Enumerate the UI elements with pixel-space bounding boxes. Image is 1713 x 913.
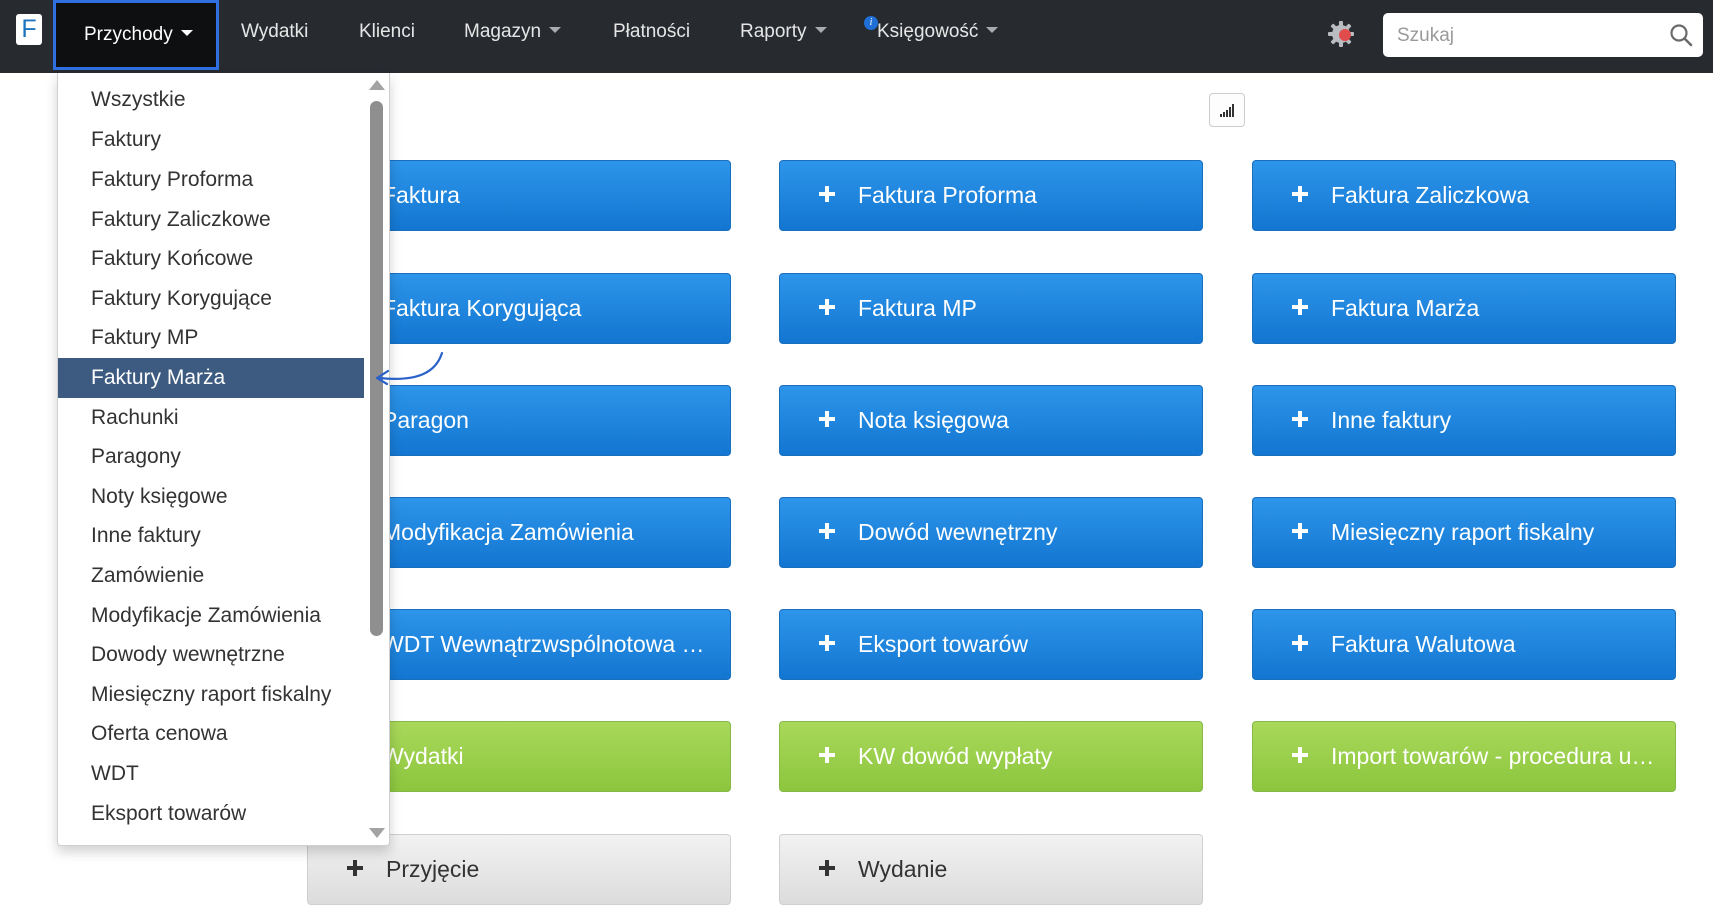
menu-item-wdt[interactable]: WDT bbox=[58, 754, 364, 794]
search-icon[interactable] bbox=[1668, 22, 1694, 48]
signal-bars-icon bbox=[1220, 104, 1234, 117]
nav-magazyn[interactable]: Magazyn bbox=[464, 0, 562, 73]
chevron-down-icon bbox=[549, 26, 562, 33]
menu-item-wszystkie[interactable]: Wszystkie bbox=[58, 80, 364, 120]
app-logo[interactable]: F bbox=[16, 14, 42, 45]
tile-miesieczny-raport-fiskalny[interactable]: Miesięczny raport fiskalny bbox=[1252, 497, 1676, 568]
plus-icon bbox=[1289, 498, 1311, 567]
menu-item-eksport-towarow[interactable]: Eksport towarów bbox=[58, 794, 364, 834]
chevron-down-icon bbox=[180, 29, 193, 36]
plus-icon bbox=[816, 386, 838, 455]
plus-icon bbox=[1289, 610, 1311, 679]
tile-wydanie[interactable]: Wydanie bbox=[779, 834, 1203, 905]
annotation-arrow-icon bbox=[375, 351, 444, 386]
tile-label: Faktura Zaliczkowa bbox=[1331, 182, 1530, 208]
tile-label: Eksport towarów bbox=[858, 631, 1029, 657]
menu-item-faktury-marza[interactable]: Faktury Marża bbox=[58, 358, 364, 398]
tile-kw-dowod-wyplaty[interactable]: KW dowód wypłaty bbox=[779, 721, 1203, 792]
menu-item-inne-faktury[interactable]: Inne faktury bbox=[58, 516, 364, 556]
chevron-down-icon bbox=[814, 26, 827, 33]
info-icon[interactable]: i bbox=[864, 16, 878, 30]
gear-icon[interactable] bbox=[1327, 20, 1355, 48]
menu-item-miesieczny-raport-fiskalny[interactable]: Miesięczny raport fiskalny bbox=[58, 675, 364, 715]
menu-item-faktury-korygujace[interactable]: Faktury Korygujące bbox=[58, 279, 364, 319]
menu-item-faktury-koncowe[interactable]: Faktury Końcowe bbox=[58, 239, 364, 279]
przychody-dropdown-menu: Wszystkie Faktury Faktury Proforma Faktu… bbox=[57, 73, 390, 846]
tile-label: Wydanie bbox=[858, 856, 948, 882]
plus-icon bbox=[816, 498, 838, 567]
stats-button[interactable] bbox=[1209, 93, 1245, 127]
nav-platnosci[interactable]: Płatności bbox=[613, 0, 690, 73]
plus-icon bbox=[1289, 161, 1311, 230]
menu-item-oferta-cenowa[interactable]: Oferta cenowa bbox=[58, 714, 364, 754]
tile-label: Faktura Proforma bbox=[858, 182, 1037, 208]
tile-label: Faktura Korygująca bbox=[382, 295, 582, 321]
plus-icon bbox=[816, 835, 838, 904]
tile-label: Faktura MP bbox=[858, 295, 977, 321]
nav-wydatki-label: Wydatki bbox=[241, 21, 309, 42]
info-badge-text: i bbox=[869, 17, 873, 28]
menu-item-paragony[interactable]: Paragony bbox=[58, 437, 364, 477]
menu-item-dowody-wewnetrzne[interactable]: Dowody wewnętrzne bbox=[58, 635, 364, 675]
menu-item-modyfikacje-zamowienia[interactable]: Modyfikacje Zamówienia bbox=[58, 596, 364, 636]
scroll-down-arrow-icon[interactable] bbox=[369, 828, 385, 838]
search-input[interactable] bbox=[1395, 13, 1659, 59]
tile-label: Miesięczny raport fiskalny bbox=[1331, 519, 1595, 545]
tile-faktura-walutowa[interactable]: Faktura Walutowa bbox=[1252, 609, 1676, 680]
tile-label: KW dowód wypłaty bbox=[858, 743, 1053, 769]
tile-label: Paragon bbox=[382, 407, 469, 433]
tile-label: Modyfikacja Zamówienia bbox=[382, 519, 634, 545]
plus-icon bbox=[1289, 274, 1311, 343]
plus-icon bbox=[816, 610, 838, 679]
tile-eksport-towarow[interactable]: Eksport towarów bbox=[779, 609, 1203, 680]
nav-platnosci-label: Płatności bbox=[613, 21, 691, 42]
tile-label: Dowód wewnętrzny bbox=[858, 519, 1058, 545]
menu-item-zamowienie[interactable]: Zamówienie bbox=[58, 556, 364, 596]
tile-faktura-marza[interactable]: Faktura Marża bbox=[1252, 273, 1676, 344]
chevron-down-icon bbox=[986, 26, 999, 33]
tile-nota-ksiegowa[interactable]: Nota księgowa bbox=[779, 385, 1203, 456]
tile-label: Inne faktury bbox=[1331, 407, 1452, 433]
nav-ksiegowosc[interactable]: Księgowość bbox=[877, 0, 999, 73]
notification-badge bbox=[1339, 29, 1351, 41]
nav-klienci-label: Klienci bbox=[359, 21, 415, 42]
nav-ksiegowosc-label: Księgowość bbox=[877, 21, 979, 42]
tile-import-towarow[interactable]: Import towarów - procedura u… bbox=[1252, 721, 1676, 792]
plus-icon bbox=[816, 161, 838, 230]
search-box bbox=[1383, 13, 1703, 59]
nav-przychody-label: Przychody bbox=[84, 24, 173, 45]
plus-icon bbox=[1289, 722, 1311, 791]
tile-dowod-wewnetrzny[interactable]: Dowód wewnętrzny bbox=[779, 497, 1203, 568]
tile-label: Wydatki bbox=[382, 743, 464, 769]
tile-label: Faktura bbox=[382, 182, 460, 208]
tile-inne-faktury[interactable]: Inne faktury bbox=[1252, 385, 1676, 456]
app-logo-letter: F bbox=[21, 15, 37, 43]
tile-label: Nota księgowa bbox=[858, 407, 1009, 433]
menu-item-faktury-mp[interactable]: Faktury MP bbox=[58, 318, 364, 358]
plus-icon bbox=[1289, 386, 1311, 455]
tile-label: Przyjęcie bbox=[386, 856, 480, 882]
menu-item-faktury[interactable]: Faktury bbox=[58, 120, 364, 160]
nav-magazyn-label: Magazyn bbox=[464, 21, 542, 42]
tile-label: Import towarów - procedura u… bbox=[1331, 743, 1655, 769]
menu-item-faktury-proforma[interactable]: Faktury Proforma bbox=[58, 160, 364, 200]
tile-label: Faktura Walutowa bbox=[1331, 631, 1516, 657]
tile-label: WDT Wewnątrzwspólnotowa … bbox=[382, 631, 705, 657]
tile-label: Faktura Marża bbox=[1331, 295, 1480, 321]
top-navbar: F Przychody Wydatki Klienci Magazyn Płat… bbox=[0, 0, 1713, 73]
plus-icon bbox=[816, 274, 838, 343]
nav-raporty-label: Raporty bbox=[740, 21, 807, 42]
nav-wydatki[interactable]: Wydatki bbox=[241, 0, 308, 73]
scroll-up-arrow-icon[interactable] bbox=[369, 80, 385, 90]
tile-faktura-proforma[interactable]: Faktura Proforma bbox=[779, 160, 1203, 231]
tile-faktura-mp[interactable]: Faktura MP bbox=[779, 273, 1203, 344]
nav-klienci[interactable]: Klienci bbox=[359, 0, 415, 73]
nav-raporty[interactable]: Raporty bbox=[740, 0, 827, 73]
plus-icon bbox=[816, 722, 838, 791]
menu-item-rachunki[interactable]: Rachunki bbox=[58, 398, 364, 438]
menu-item-faktury-zaliczkowe[interactable]: Faktury Zaliczkowe bbox=[58, 200, 364, 240]
menu-item-noty-ksiegowe[interactable]: Noty księgowe bbox=[58, 477, 364, 517]
nav-przychody[interactable]: Przychody bbox=[53, 0, 219, 70]
tile-faktura-zaliczkowa[interactable]: Faktura Zaliczkowa bbox=[1252, 160, 1676, 231]
